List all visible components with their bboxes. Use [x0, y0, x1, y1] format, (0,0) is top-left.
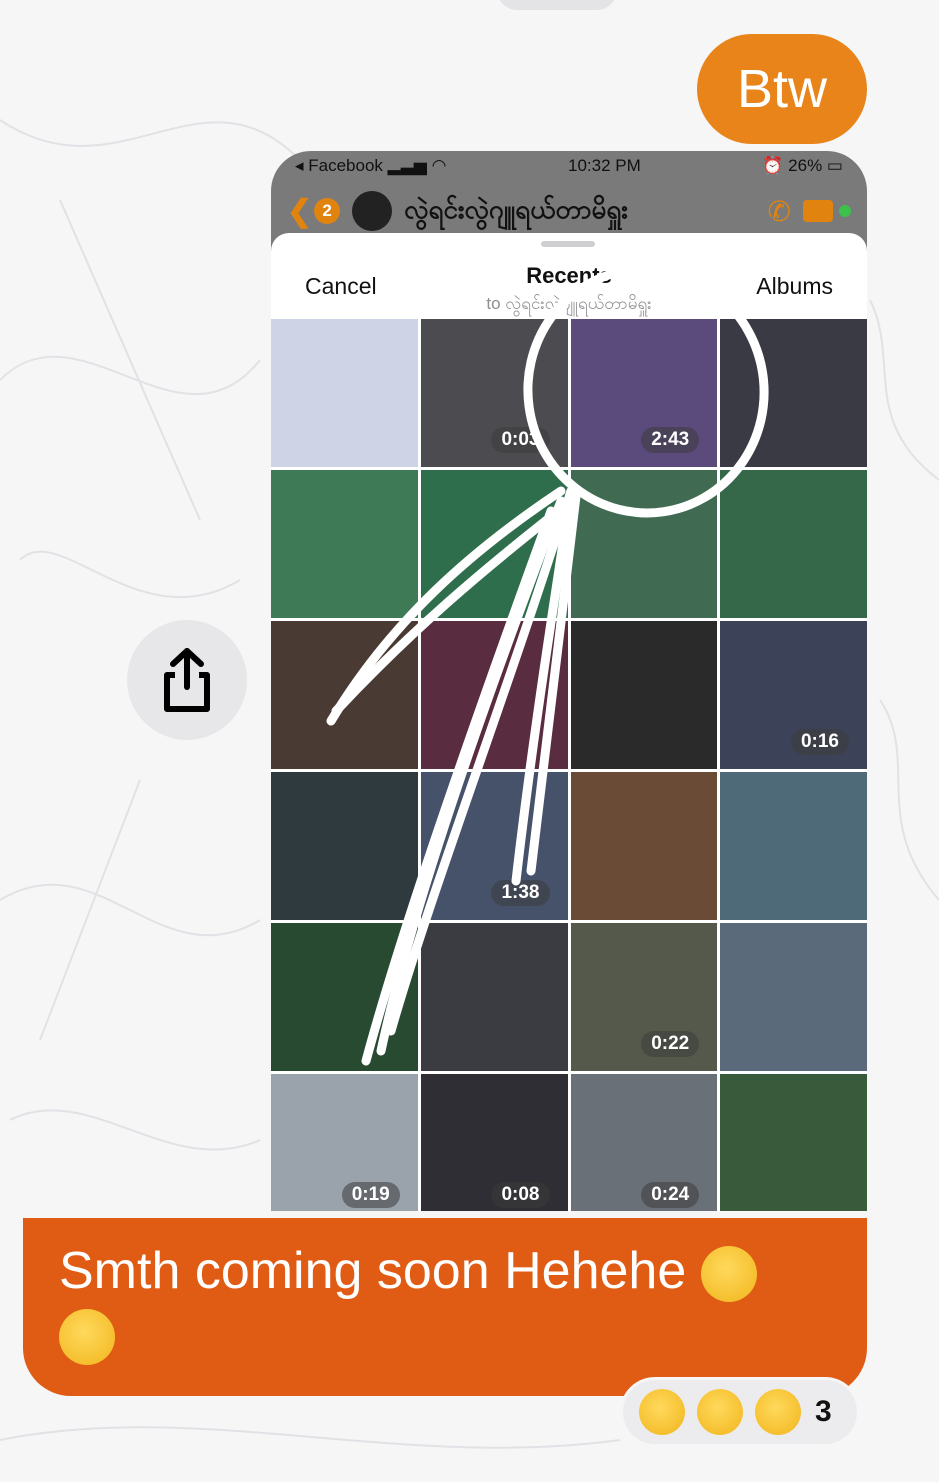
video-duration: 0:19	[341, 1182, 400, 1208]
photo-thumbnail[interactable]	[570, 470, 718, 618]
share-icon	[164, 648, 210, 712]
video-duration: 0:16	[790, 729, 849, 755]
photo-thumbnail[interactable]: 0:03	[420, 319, 568, 467]
message-text: Smth coming soon Hehehe	[59, 1242, 687, 1300]
photo-thumbnail[interactable]	[720, 1074, 867, 1211]
photo-thumbnail[interactable]	[271, 470, 418, 618]
photo-thumbnail[interactable]: 2:43	[570, 319, 718, 467]
reaction-count: 3	[815, 1395, 832, 1428]
carrier: ◂ Facebook ▂▃▅ ◠	[295, 156, 447, 175]
photo-thumbnail[interactable]	[720, 470, 867, 618]
video-duration: 0:03	[491, 427, 550, 453]
photo-thumbnail[interactable]	[720, 923, 867, 1071]
video-duration: 0:08	[491, 1182, 550, 1208]
photo-thumbnail[interactable]	[271, 621, 418, 769]
albums-button[interactable]: Albums	[756, 273, 833, 300]
video-duration: 2:43	[641, 427, 700, 453]
video-duration: 1:38	[491, 880, 550, 906]
video-duration: 0:22	[641, 1031, 700, 1057]
reaction-bar[interactable]: 3	[620, 1377, 860, 1447]
sheet-grabber[interactable]	[541, 241, 595, 247]
photo-thumbnail[interactable]	[720, 772, 867, 920]
photo-thumbnail[interactable]	[271, 319, 418, 467]
phone-icon: ✆	[767, 195, 791, 227]
video-icon	[803, 200, 833, 222]
photo-thumbnail[interactable]: 0:22	[570, 923, 718, 1071]
shushing-face-emoji	[700, 1246, 757, 1303]
chat-header: ❮ 2 လွဲရင်းလွဲဂျူရယ်တာမိရှူး ✆	[271, 187, 867, 235]
photo-thumbnail[interactable]: 0:16	[720, 621, 867, 769]
photo-thumbnail[interactable]	[271, 772, 418, 920]
share-button[interactable]	[127, 620, 247, 740]
shushing-face-emoji	[59, 1308, 115, 1365]
surprised-face-emoji	[639, 1389, 685, 1435]
photo-thumbnail[interactable]	[570, 772, 718, 920]
back-icon: ❮	[287, 194, 313, 228]
photo-thumbnail[interactable]	[420, 621, 568, 769]
photo-thumbnail[interactable]	[570, 621, 718, 769]
shared-screenshot[interactable]: ◂ Facebook ▂▃▅ ◠ 10:32 PM ⏰ 26% ▭ ❮ 2 လွ…	[271, 151, 867, 1211]
status-bar: ◂ Facebook ▂▃▅ ◠ 10:32 PM ⏰ 26% ▭	[271, 151, 867, 181]
back-count-badge: 2	[314, 198, 341, 224]
photo-thumbnail[interactable]: 0:19	[271, 1074, 418, 1211]
photo-picker-sheet: Cancel Recents to လွဲရင်းလွဲဂျူရယ်တာမိရှ…	[271, 233, 867, 1211]
video-duration: 0:24	[641, 1182, 700, 1208]
avatar	[352, 191, 393, 231]
astonished-face-emoji	[755, 1389, 801, 1435]
hushed-face-emoji	[697, 1389, 743, 1435]
thumbnail-grid: 0:03 2:43 0:16 1:38 0:22 0:19 0:08 0:24	[271, 319, 867, 1211]
chat-title: လွဲရင်းလွဲဂျူရယ်တာမိရှူး	[404, 193, 628, 224]
message-bubble-btw[interactable]: Btw	[697, 34, 867, 144]
photo-thumbnail[interactable]: 1:38	[420, 772, 568, 920]
clock: 10:32 PM	[567, 156, 641, 175]
online-dot	[839, 205, 851, 217]
photo-thumbnail[interactable]	[271, 923, 418, 1071]
message-bubble-main[interactable]: Smth coming soon Hehehe	[23, 1218, 867, 1396]
photo-thumbnail[interactable]: 0:24	[570, 1074, 718, 1211]
picker-header: Cancel Recents to လွဲရင်းလွဲဂျူရယ်တာမိရှ…	[271, 259, 867, 319]
photo-thumbnail[interactable]: 0:08	[420, 1074, 568, 1211]
photo-thumbnail[interactable]	[420, 923, 568, 1071]
message-text: Btw	[736, 59, 828, 119]
battery: ⏰ 26% ▭	[762, 156, 843, 175]
photo-thumbnail[interactable]	[420, 470, 568, 618]
photo-thumbnail[interactable]	[720, 319, 867, 467]
previous-bubble-edge	[497, 0, 617, 10]
